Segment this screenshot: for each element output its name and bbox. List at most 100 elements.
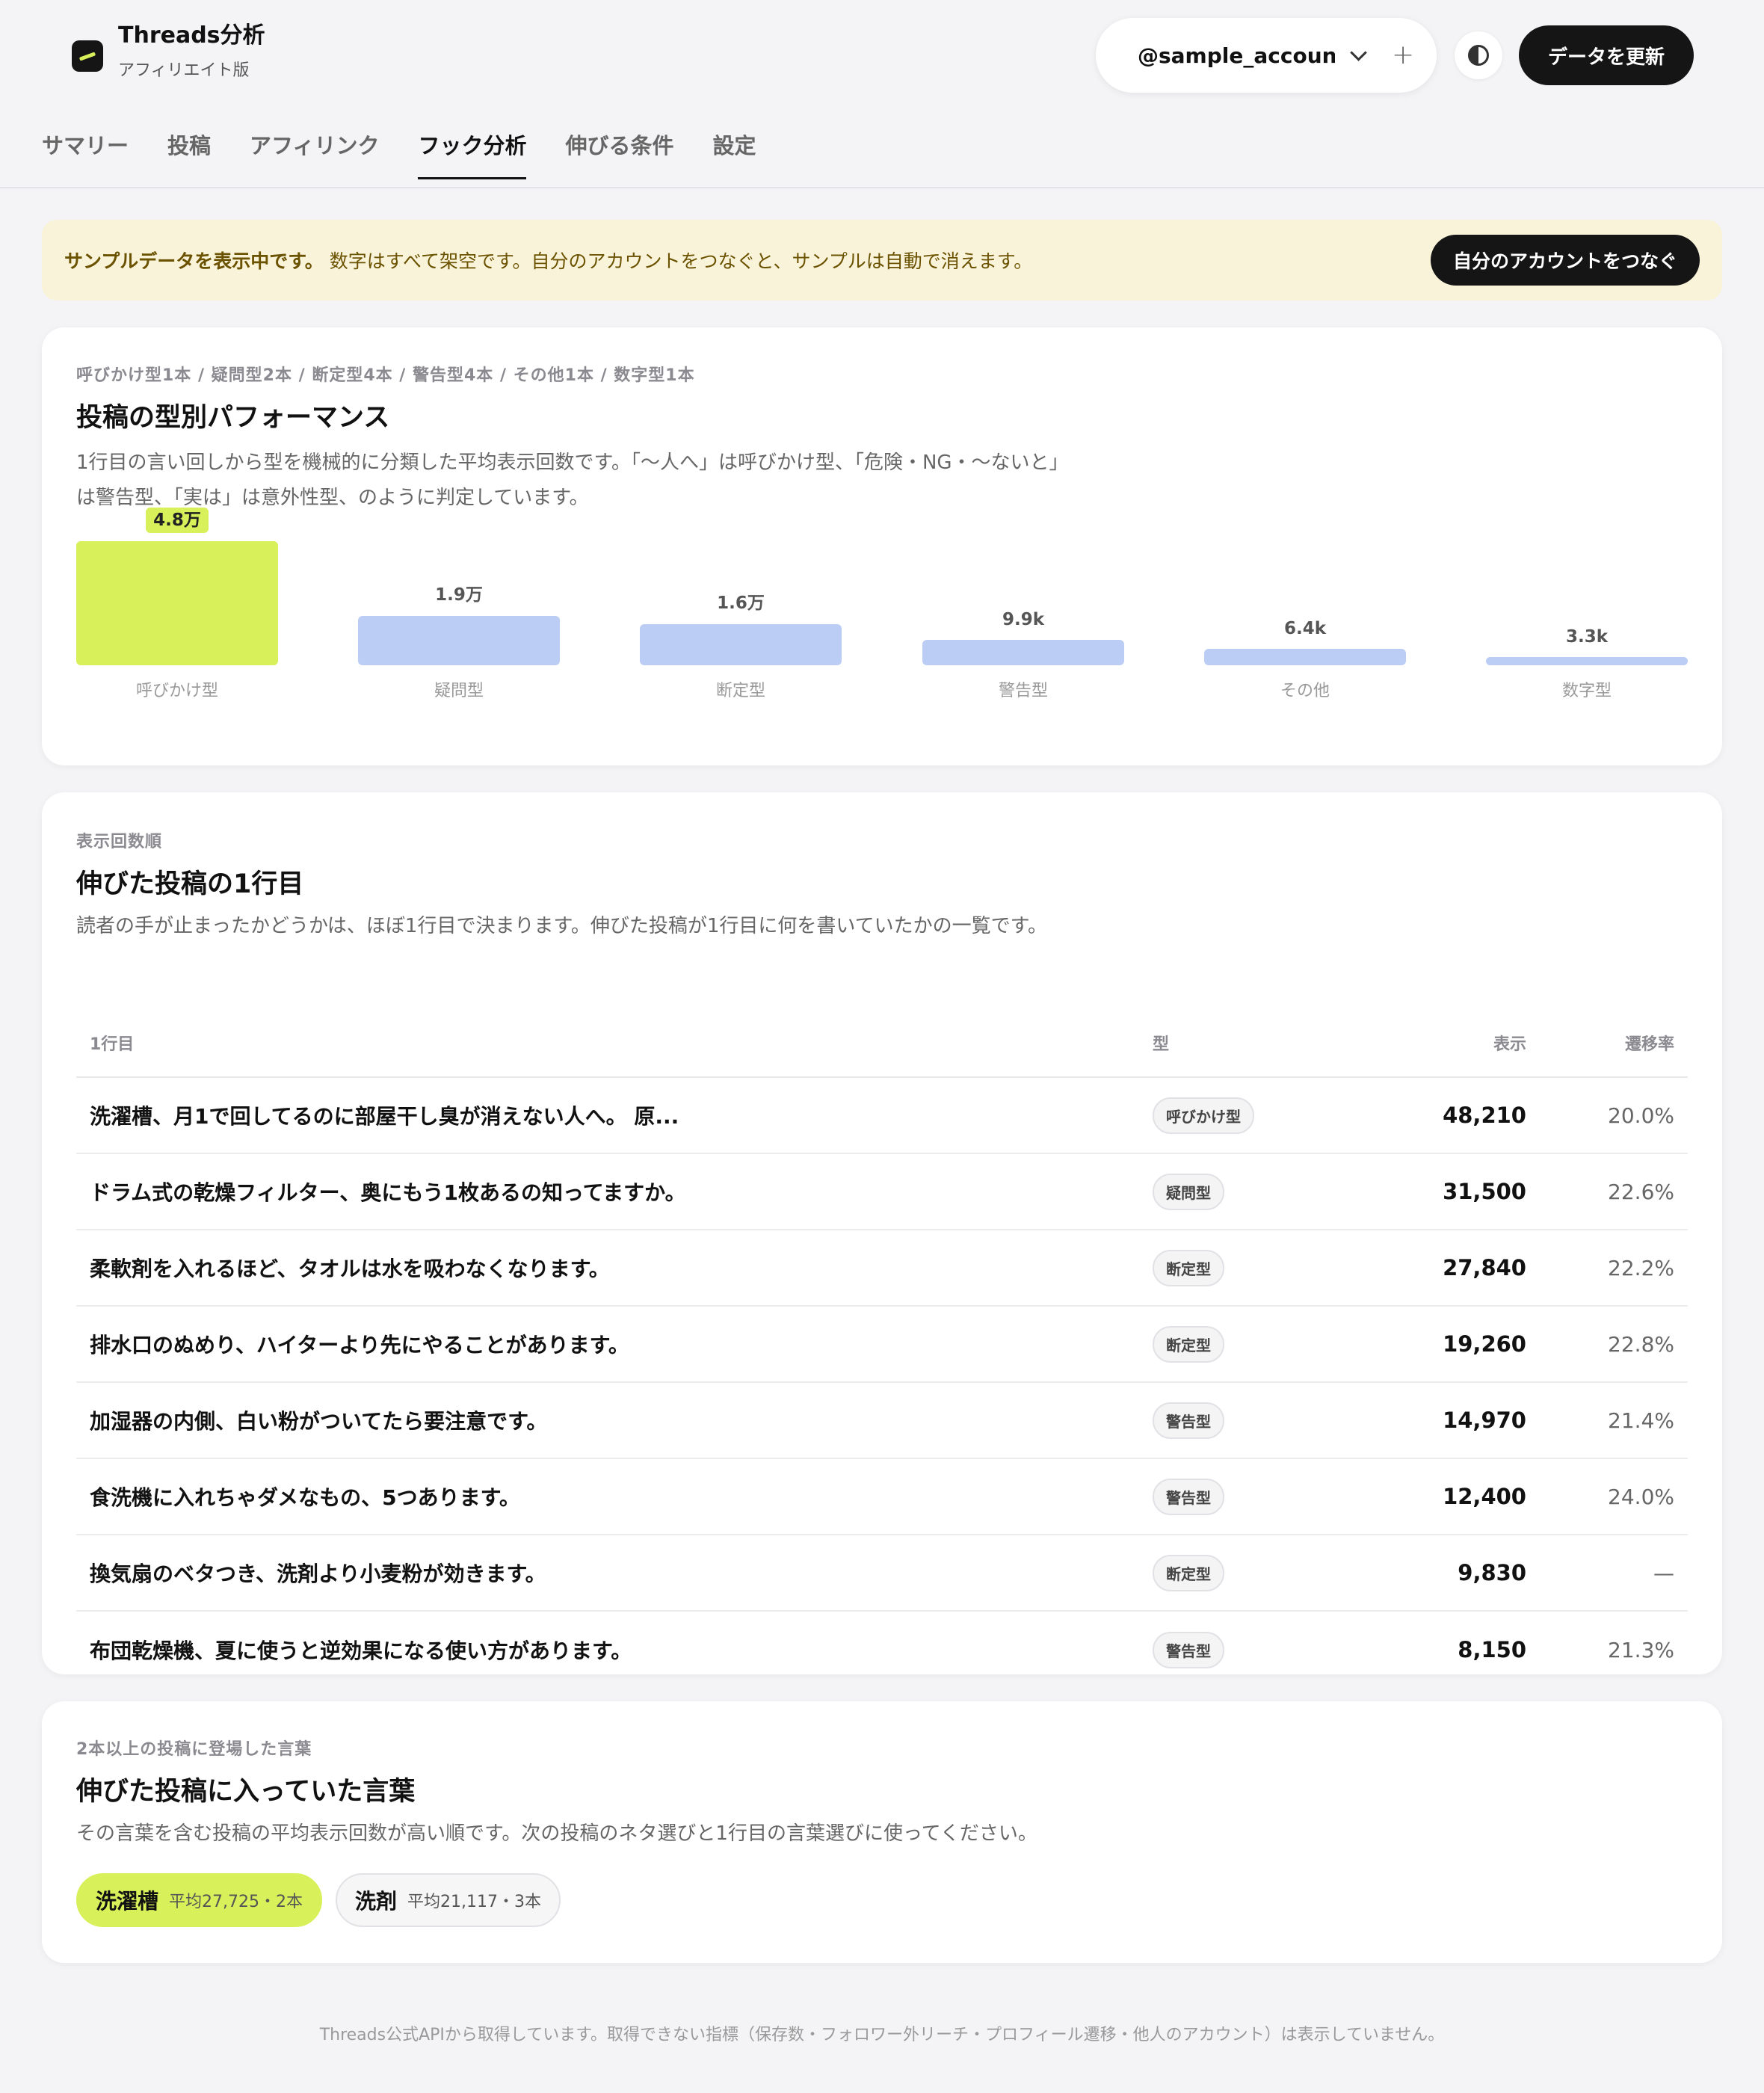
views-cell: 48,210 — [1443, 1103, 1526, 1128]
rate-cell: 22.6% — [1608, 1179, 1674, 1204]
keyword-word: 洗剤 — [355, 1889, 398, 1914]
footer-note: Threads公式APIから取得しています。取得できない指標（保存数・フォロワー… — [319, 2026, 1445, 2044]
table-row[interactable]: 洗濯槽、月1で回してるのに部屋干し臭が消えない人へ。 原... 呼びかけ型 48,2… — [76, 1078, 1688, 1154]
keyword-stats: 平均21,117・3本 — [407, 1893, 541, 1911]
col-views[interactable]: 表示 — [1347, 1031, 1526, 1055]
bar-category-label: 断定型 — [715, 682, 765, 700]
card-description: その言葉を含む投稿の平均表示回数が高い順です。次の投稿のネタ選びと1行目の言葉選… — [76, 1822, 1037, 1845]
sample-data-notice: サンプルデータを表示中です。 数字はすべて架空です。自分のアカウントをつなぐと、… — [42, 220, 1722, 300]
sort-label: 表示回数順 — [76, 833, 163, 851]
bar-value-text: 3.3k — [1565, 627, 1609, 647]
keyword-chips: 洗濯槽 平均27,725・2本 洗剤 平均21,117・3本 — [76, 1873, 561, 1927]
keyword-chip[interactable]: 洗剤 平均21,117・3本 — [336, 1873, 561, 1927]
bar-group: 1.9万疑問型 — [358, 523, 560, 703]
table-header: 1行目 型 表示 遷移率 — [76, 1009, 1688, 1078]
col-type[interactable]: 型 — [1153, 1031, 1347, 1055]
views-cell: 14,970 — [1443, 1408, 1526, 1433]
card-title: 投稿の型別パフォーマンス — [76, 403, 390, 433]
table-row[interactable]: 換気扇のベタつき、洗剤より小麦粉が効きます。 断定型 9,830 — — [76, 1535, 1688, 1612]
tab-affiliate-links[interactable]: アフィリンク — [250, 129, 379, 176]
bar-value-text: 6.4k — [1283, 619, 1327, 638]
post-first-line: 柔軟剤を入れるほど、タオルは水を吸わなくなります。 — [90, 1257, 610, 1281]
col-transition-rate[interactable]: 遷移率 — [1526, 1031, 1688, 1055]
bar-category-label: 疑問型 — [434, 682, 484, 700]
tab-summary[interactable]: サマリー — [42, 129, 129, 176]
rate-cell: 21.4% — [1608, 1408, 1674, 1433]
chart-bar — [76, 541, 278, 665]
top-posts-card: 表示回数順 伸びた投稿の1行目 読者の手が止まったかどうかは、ほぼ1行目で決まり… — [42, 792, 1722, 1674]
account-name: @sample_account — [1138, 43, 1335, 68]
keyword-word: 洗濯槽 — [96, 1889, 159, 1914]
threads-logo-icon — [72, 40, 103, 72]
type-cell: 疑問型 — [1153, 1173, 1347, 1210]
desc-line-1: 1行目の言い回しから型を機械的に分類した平均表示回数です。「〜人へ」は呼びかけ型… — [76, 451, 1069, 474]
table-row[interactable]: 加湿器の内側、白い粉がついてたら要注意です。 警告型 14,970 21.4% — [76, 1383, 1688, 1459]
bar-value-label: 9.9k — [922, 610, 1124, 629]
bar-value-label: 1.9万 — [358, 580, 560, 605]
table-body: 洗濯槽、月1で回してるのに部屋干し臭が消えない人へ。 原... 呼びかけ型 48,2… — [76, 1078, 1688, 1688]
rate-cell: 24.0% — [1608, 1484, 1674, 1509]
table-row[interactable]: 柔軟剤を入れるほど、タオルは水を吸わなくなります。 断定型 27,840 22.2% — [76, 1230, 1688, 1307]
type-performance-card: 呼びかけ型1本 / 疑問型2本 / 断定型4本 / 警告型4本 / その他1本 … — [42, 327, 1722, 765]
type-tag: 警告型 — [1153, 1631, 1224, 1668]
views-cell: 8,150 — [1458, 1637, 1526, 1662]
bar-value-label: 1.6万 — [640, 588, 842, 614]
table-row[interactable]: 布団乾燥機、夏に使うと逆効果になる使い方があります。 警告型 8,150 21.3% — [76, 1612, 1688, 1688]
chart-bar — [640, 624, 842, 665]
type-performance-chart: 4.8万呼びかけ型 1.9万疑問型 1.6万断定型 9.9k 警告型 6.4k その他 3.3… — [76, 508, 1688, 703]
connect-account-button[interactable]: 自分のアカウントをつなぐ — [1430, 235, 1700, 286]
theme-toggle-button[interactable] — [1455, 31, 1502, 79]
views-cell: 31,500 — [1443, 1179, 1526, 1204]
top-posts-table: 1行目 型 表示 遷移率 洗濯槽、月1で回してるのに部屋干し臭が消えない人へ。 … — [76, 1009, 1688, 1688]
post-first-line: 洗濯槽、月1で回してるのに部屋干し臭が消えない人へ。 原... — [90, 1104, 679, 1129]
type-counts: 呼びかけ型1本 / 疑問型2本 / 断定型4本 / 警告型4本 / その他1本 … — [76, 366, 695, 385]
tab-hook-analysis[interactable]: フック分析 — [418, 129, 527, 179]
col-first-line[interactable]: 1行目 — [76, 1031, 1153, 1055]
bar-value-text: 1.6万 — [717, 594, 765, 613]
brand: Threads分析 アフィリエイト版 — [72, 21, 265, 82]
post-first-line: 加湿器の内側、白い粉がついてたら要注意です。 — [90, 1409, 548, 1434]
tab-settings[interactable]: 設定 — [712, 129, 756, 176]
chart-bar — [922, 640, 1124, 665]
table-row[interactable]: ドラム式の乾燥フィルター、奥にもう1枚あるの知ってますか。 疑問型 31,500 22… — [76, 1154, 1688, 1230]
main-tabs: サマリー 投稿 アフィリンク フック分析 伸びる条件 設定 — [42, 129, 756, 179]
bar-category-label: 呼びかけ型 — [135, 682, 218, 700]
bar-category-label: その他 — [1280, 682, 1330, 700]
contrast-icon — [1468, 45, 1489, 66]
account-selector[interactable]: @sample_account + — [1096, 18, 1437, 93]
type-tag: 疑問型 — [1153, 1173, 1224, 1210]
chart-bar — [1486, 657, 1688, 665]
refresh-data-button[interactable]: データを更新 — [1519, 25, 1694, 85]
type-cell: 断定型 — [1153, 1554, 1347, 1591]
type-tag: 断定型 — [1153, 1554, 1224, 1591]
views-cell: 12,400 — [1443, 1484, 1526, 1509]
type-tag: 断定型 — [1153, 1249, 1224, 1286]
type-tag: 警告型 — [1153, 1478, 1224, 1515]
app-header: Threads分析 アフィリエイト版 @sample_account + データ… — [0, 0, 1764, 188]
add-account-icon[interactable]: + — [1392, 42, 1414, 69]
keyword-chip[interactable]: 洗濯槽 平均27,725・2本 — [76, 1873, 322, 1927]
bar-value-text: 4.8万 — [146, 508, 209, 533]
views-cell: 9,830 — [1458, 1560, 1526, 1585]
bar-category-label: 警告型 — [998, 682, 1048, 700]
bar-value-text: 9.9k — [1002, 610, 1045, 629]
type-cell: 警告型 — [1153, 1631, 1347, 1668]
type-tag: 警告型 — [1153, 1402, 1224, 1439]
chevron-down-icon[interactable] — [1350, 44, 1367, 61]
rate-cell: 21.3% — [1608, 1637, 1674, 1662]
post-first-line: 換気扇のベタつき、洗剤より小麦粉が効きます。 — [90, 1562, 546, 1586]
views-cell: 19,260 — [1443, 1331, 1526, 1357]
tab-growth-conditions[interactable]: 伸びる条件 — [565, 129, 673, 176]
rate-cell: — — [1653, 1560, 1674, 1585]
app-title: Threads分析 — [118, 22, 265, 49]
type-tag: 呼びかけ型 — [1153, 1097, 1254, 1134]
bar-group: 9.9k 警告型 — [922, 523, 1124, 703]
table-row[interactable]: 排水口のぬめり、ハイターより先にやることがあります。 断定型 19,260 22.8% — [76, 1307, 1688, 1383]
bar-value-label: 6.4k — [1204, 619, 1406, 638]
type-cell: 警告型 — [1153, 1478, 1347, 1515]
bar-group: 1.6万断定型 — [640, 523, 842, 703]
tab-posts[interactable]: 投稿 — [167, 129, 211, 176]
table-row[interactable]: 食洗機に入れちゃダメなもの、5つあります。 警告型 12,400 24.0% — [76, 1459, 1688, 1535]
chart-bar — [1204, 649, 1406, 665]
rate-cell: 20.0% — [1608, 1103, 1674, 1128]
